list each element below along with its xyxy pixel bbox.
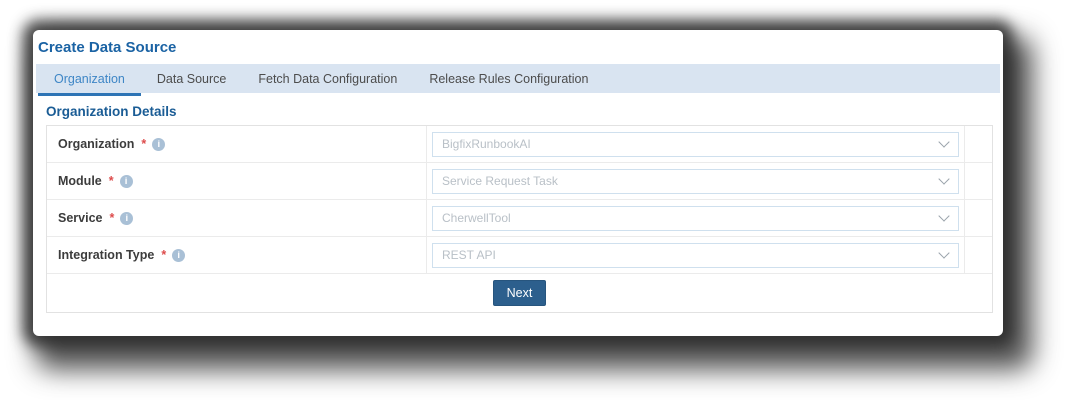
chevron-down-icon [940,249,948,257]
integration-type-select-value: REST API [442,248,496,262]
tab-bar: Organization Data Source Fetch Data Conf… [36,64,1000,96]
next-button[interactable]: Next [492,280,547,306]
label-cell: Module * [47,163,426,199]
create-data-source-window: Create Data Source Organization Data Sou… [33,30,1003,336]
control-cell: CherwellTool [426,200,964,236]
spacer-cell [964,163,992,199]
required-asterisk: * [161,248,167,262]
info-icon[interactable] [119,174,133,188]
tab-label: Release Rules Configuration [429,71,589,86]
control-cell: Service Request Task [426,163,964,199]
tab-data-source[interactable]: Data Source [141,64,242,93]
organization-label: Organization [58,137,135,151]
tab-organization[interactable]: Organization [38,64,141,96]
section-heading: Organization Details [46,104,177,119]
info-icon[interactable] [120,211,134,225]
chevron-down-icon [940,212,948,220]
required-asterisk: * [109,211,115,225]
spacer-cell [964,126,992,162]
chevron-down-icon [940,138,948,146]
service-label: Service [58,211,103,225]
required-asterisk: * [108,174,114,188]
label-cell: Integration Type * [47,237,426,273]
integration-type-label: Integration Type [58,248,155,262]
tab-label: Fetch Data Configuration [258,71,398,86]
info-icon[interactable] [152,137,166,151]
service-select[interactable]: CherwellTool [432,205,959,231]
required-asterisk: * [141,137,147,151]
control-cell: REST API [426,237,964,273]
label-cell: Organization * [47,126,426,162]
organization-select[interactable]: BigfixRunbookAI [432,131,959,157]
form-actions-row: Next [47,274,992,312]
tab-label: Organization [54,71,125,86]
label-cell: Service * [47,200,426,236]
chevron-down-icon [940,175,948,183]
module-select[interactable]: Service Request Task [432,168,959,194]
spacer-cell [964,237,992,273]
form-row-service: Service * CherwellTool [47,200,992,237]
organization-details-form: Organization * BigfixRunbookAI Module * [46,125,993,313]
tab-release-rules-configuration[interactable]: Release Rules Configuration [413,64,604,93]
spacer-cell [964,200,992,236]
module-select-value: Service Request Task [442,174,558,188]
organization-select-value: BigfixRunbookAI [442,137,531,151]
module-label: Module [58,174,102,188]
info-icon[interactable] [172,248,186,262]
form-row-module: Module * Service Request Task [47,163,992,200]
form-row-organization: Organization * BigfixRunbookAI [47,126,992,163]
page-background: Create Data Source Organization Data Sou… [0,0,1072,400]
service-select-value: CherwellTool [442,211,511,225]
page-title: Create Data Source [38,39,177,56]
form-row-integration-type: Integration Type * REST API [47,237,992,274]
tab-label: Data Source [156,71,227,86]
integration-type-select[interactable]: REST API [432,242,959,268]
tab-fetch-data-configuration[interactable]: Fetch Data Configuration [242,64,413,93]
control-cell: BigfixRunbookAI [426,126,964,162]
